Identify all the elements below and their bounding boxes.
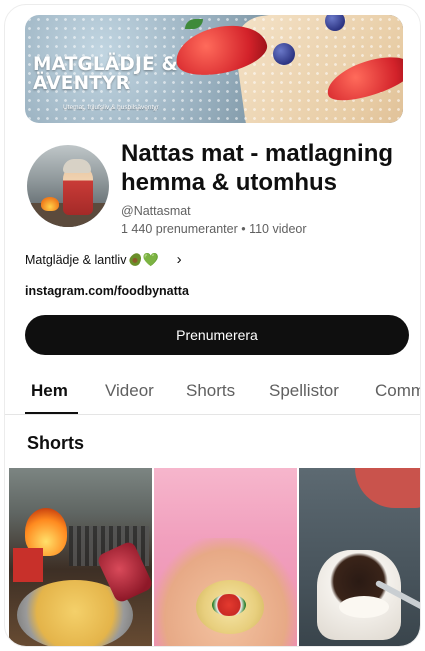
active-tab-indicator [25,412,78,414]
chevron-right-icon: › [176,251,182,268]
short-thumbnail-2[interactable] [154,468,297,646]
blueberry-image [273,43,295,65]
red-box-image [13,548,43,582]
channel-handle: @Nattasmat [121,204,191,218]
short-thumbnail-3[interactable] [299,468,420,646]
shorts-section-title: Shorts [27,433,85,453]
about-emoji: 💚 [127,251,159,268]
subscribe-button[interactable]: Prenumerera [25,315,409,355]
green-heart-icon: 💚 [142,251,159,267]
channel-banner: MATGLÄDJE & ÄVENTYR Utemat, frilufsliv &… [25,15,403,123]
avatar-fire [41,197,59,211]
topping-image [212,594,246,616]
tab-shorts[interactable]: Shorts [186,381,235,401]
channel-stats: 1 440 prenumeranter • 110 videor [121,222,307,236]
tab-community[interactable]: Comm [375,381,420,401]
tab-hem[interactable]: Hem [31,381,68,401]
tab-spellistor[interactable]: Spellistor [269,381,339,401]
channel-page: MATGLÄDJE & ÄVENTYR Utemat, frilufsliv &… [4,4,421,647]
channel-external-link[interactable]: instagram.com/foodbynatta [25,284,189,298]
dessert-cup-image [317,550,401,640]
channel-tabs: Hem Videor Shorts Spellistor Comm [5,369,420,415]
red-cloth-image [355,468,420,508]
about-text: Matglädje & lantliv [25,252,127,267]
avatar-hat [63,159,91,173]
cream-image [339,596,389,618]
banner-title: MATGLÄDJE & ÄVENTYR [33,54,178,94]
channel-avatar[interactable] [27,145,109,227]
tab-videor[interactable]: Videor [105,381,154,401]
banner-subtitle: Utemat, frilufsliv & husbilsäventyr [63,104,159,111]
channel-name: Nattas mat - matlagning hemma & utomhus [121,140,394,196]
channel-about-link[interactable]: Matglädje & lantliv 💚 › [25,251,182,268]
short-thumbnail-1[interactable] [9,468,152,646]
